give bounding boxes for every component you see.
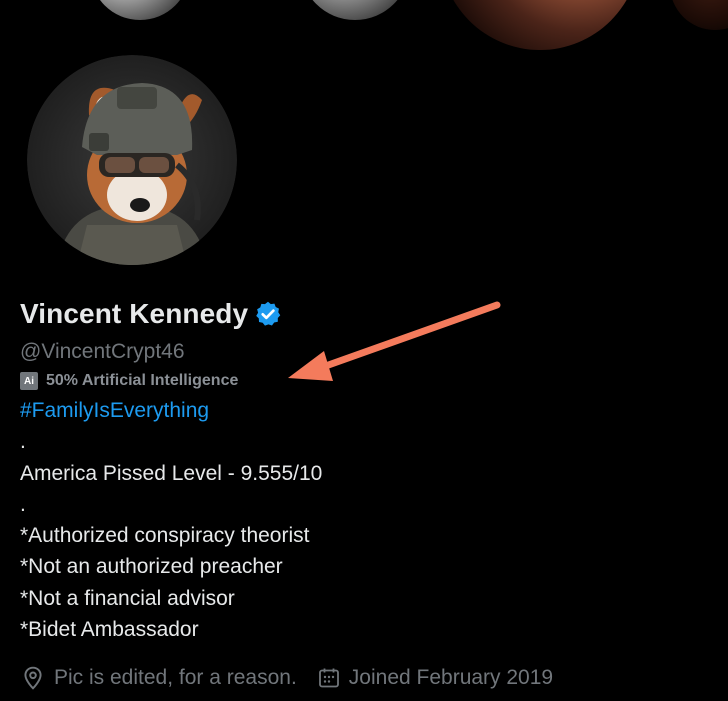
annotation-arrow — [288, 301, 501, 381]
